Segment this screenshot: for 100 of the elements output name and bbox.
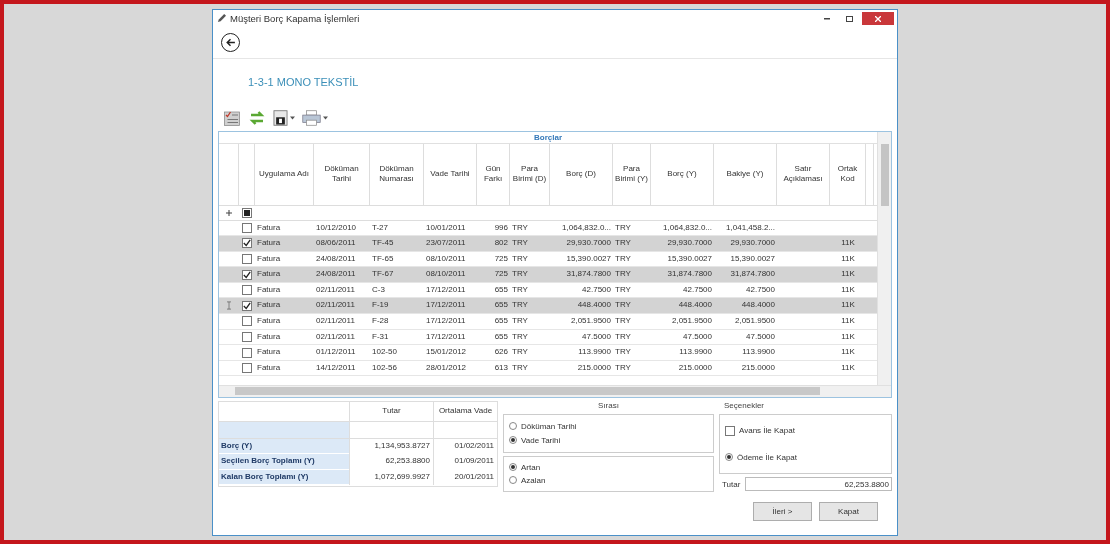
group-title: Seçenekler bbox=[723, 400, 766, 411]
table-cell-text: 448.4000 bbox=[740, 299, 776, 312]
radio-button[interactable] bbox=[509, 476, 517, 484]
table-cell-text: 10/12/2010 bbox=[315, 221, 358, 234]
table-cell-text: 17/12/2011 bbox=[425, 283, 467, 296]
checkbox[interactable] bbox=[725, 425, 735, 436]
row-checkbox[interactable] bbox=[242, 254, 252, 264]
table-cell-text: 655 bbox=[493, 330, 509, 343]
table-cell-text: 113.9900 bbox=[577, 346, 612, 359]
table-cell-text: 1,041,458.2... bbox=[725, 221, 776, 234]
table-cell-text: 802 bbox=[493, 237, 509, 250]
vertical-scrollbar[interactable] bbox=[877, 131, 891, 385]
table-cell-text: Fatura bbox=[256, 299, 282, 312]
table-cell-text: 02/11/2011 bbox=[315, 330, 356, 343]
print-button[interactable] bbox=[302, 109, 328, 126]
row-checkbox[interactable] bbox=[242, 238, 252, 249]
row-checkbox[interactable] bbox=[242, 269, 252, 280]
table-cell-text: 11K bbox=[840, 315, 856, 328]
row-label: Seçilen Borç Toplamı (Y) bbox=[219, 454, 349, 470]
table-cell-text: 215.0000 bbox=[576, 361, 612, 374]
option-label[interactable]: Artan bbox=[521, 462, 541, 472]
column-header[interactable]: Uygulama Adı bbox=[255, 143, 314, 205]
table-cell-text: 02/11/2011 bbox=[315, 283, 356, 296]
table-cell-text: TRY bbox=[614, 330, 632, 343]
column-header: Ortalama Vade bbox=[433, 401, 497, 422]
table-cell-text: Fatura bbox=[256, 315, 282, 328]
column-header[interactable]: Döküman Numarası bbox=[370, 143, 424, 205]
table-cell-text: 31,874.7800 bbox=[565, 268, 612, 281]
option-label[interactable]: Avans İle Kapat bbox=[739, 426, 795, 435]
row-checkbox[interactable] bbox=[242, 285, 252, 296]
checklist-button[interactable] bbox=[223, 108, 241, 127]
radio-button[interactable] bbox=[509, 422, 517, 430]
table-cell-text: TRY bbox=[511, 252, 529, 265]
table-cell-text: Fatura bbox=[256, 346, 282, 359]
column-header[interactable]: Satır Açıklaması bbox=[777, 143, 830, 205]
plus-icon[interactable] bbox=[226, 209, 232, 216]
row-checkbox[interactable] bbox=[242, 222, 252, 233]
table-cell-text: 42.7500 bbox=[682, 283, 713, 296]
table-cell-text: 31,874.7800 bbox=[666, 268, 713, 281]
table-cell-text: Fatura bbox=[256, 268, 282, 281]
back-button[interactable] bbox=[221, 33, 240, 52]
table-cell: 1,072,699.9927 bbox=[349, 469, 433, 485]
table-cell-text: 29,930.7000 bbox=[729, 237, 776, 250]
table-cell-text: 42.7500 bbox=[745, 283, 776, 296]
table-cell-text: 15,390.0027 bbox=[666, 252, 713, 265]
row-checkbox[interactable] bbox=[242, 363, 252, 374]
table-cell-text: 29,930.7000 bbox=[666, 237, 713, 250]
caret-icon bbox=[290, 115, 295, 120]
column-header[interactable]: Gün Farkı bbox=[477, 143, 510, 205]
column-header[interactable]: Borç (D) bbox=[550, 143, 613, 205]
table-cell-text: 24/08/2011 bbox=[315, 252, 357, 265]
table-cell-text: 23/07/2011 bbox=[425, 237, 467, 250]
radio-button[interactable] bbox=[725, 453, 733, 461]
column-header[interactable]: Döküman Tarihi bbox=[314, 143, 370, 205]
table-cell-text: 613 bbox=[493, 361, 509, 374]
column-header[interactable]: Bakiye (Y) bbox=[714, 143, 777, 205]
column-header[interactable]: Borç (Y) bbox=[651, 143, 714, 205]
save-button[interactable] bbox=[273, 109, 295, 126]
column-header[interactable]: Para Birimi (Y) bbox=[613, 143, 651, 205]
option-label[interactable]: Azalan bbox=[521, 475, 546, 485]
option-label[interactable]: Vade Tarihi bbox=[521, 435, 561, 445]
column-header[interactable]: Vade Tarihi bbox=[424, 143, 477, 205]
table-cell-text: 11K bbox=[840, 330, 856, 343]
row-checkbox[interactable] bbox=[242, 347, 252, 358]
table-cell-text: 448.4000 bbox=[677, 299, 713, 312]
table-cell-text: 2,051.9500 bbox=[733, 315, 776, 328]
amount-field[interactable]: 62,253.8800 bbox=[745, 477, 892, 491]
table-cell: 01/02/2011 bbox=[433, 438, 497, 454]
group-title: Sırası bbox=[597, 400, 620, 411]
column-header[interactable]: Para Birimi (D) bbox=[510, 143, 550, 205]
table-cell-text: 655 bbox=[493, 315, 509, 328]
table-cell-text: Fatura bbox=[256, 221, 282, 234]
option-label[interactable]: Döküman Tarihi bbox=[521, 421, 577, 431]
table-cell-text: TRY bbox=[614, 346, 632, 359]
table-cell-text: TRY bbox=[511, 330, 529, 343]
table-cell-text: 2,051.9500 bbox=[670, 315, 713, 328]
refresh-button[interactable] bbox=[248, 108, 266, 127]
option-label[interactable]: Ödeme İle Kapat bbox=[737, 452, 798, 462]
radio-button[interactable] bbox=[509, 463, 517, 471]
horizontal-scrollbar[interactable] bbox=[219, 384, 891, 397]
dialog-button[interactable]: Kapat bbox=[819, 501, 878, 521]
table-cell-text: 11K bbox=[840, 268, 856, 281]
window-title: Müşteri Borç Kapama İşlemleri bbox=[230, 13, 361, 24]
dialog-button[interactable]: İleri > bbox=[753, 501, 812, 521]
table-cell-text: TRY bbox=[614, 252, 632, 265]
table-cell-text: F-28 bbox=[371, 315, 390, 328]
table-cell-text: TRY bbox=[511, 237, 529, 250]
row-checkbox[interactable] bbox=[242, 331, 252, 342]
table-cell-text: 02/11/2011 bbox=[315, 299, 356, 312]
row-checkbox[interactable] bbox=[242, 316, 252, 327]
table-cell-text: 15,390.0027 bbox=[729, 252, 776, 265]
select-all-checkbox[interactable] bbox=[242, 207, 252, 218]
column-header[interactable]: Ortak Kod bbox=[830, 143, 866, 205]
radio-button[interactable] bbox=[509, 436, 517, 444]
table-cell-text: TF-45 bbox=[371, 237, 395, 250]
table-cell-text: 996 bbox=[493, 221, 509, 234]
row-checkbox[interactable] bbox=[242, 300, 252, 311]
close-button[interactable] bbox=[862, 12, 894, 25]
table-cell-text: 655 bbox=[493, 299, 509, 312]
table-cell-text: TRY bbox=[614, 268, 632, 281]
